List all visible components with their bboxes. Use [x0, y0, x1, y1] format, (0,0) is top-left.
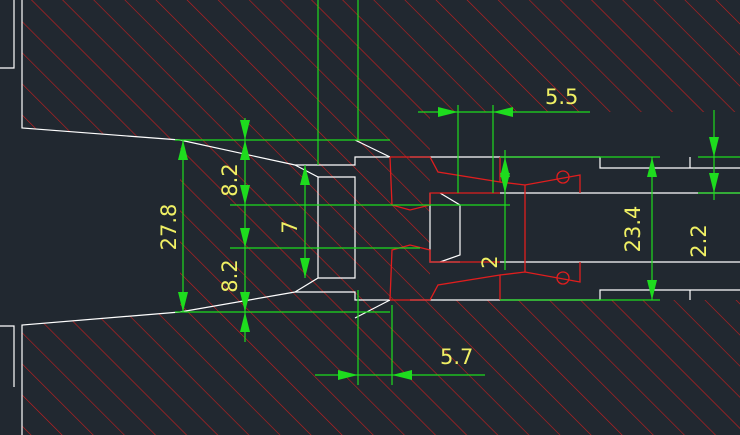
dim-center-height: 7	[278, 220, 302, 233]
dim-left-height: 27.8	[157, 204, 181, 251]
dim-upper-gap: 8.2	[218, 163, 242, 196]
dim-top-width: 5.5	[545, 85, 578, 109]
cad-drawing-canvas[interactable]: 5.5 5.7 27.8 8.2 8.2 7 23.4 2.2 2	[0, 0, 740, 435]
dim-right-small: 2.2	[687, 224, 711, 257]
dim-inner-small: 2	[478, 255, 502, 268]
dim-right-height: 23.4	[621, 206, 645, 253]
dim-bottom-width: 5.7	[440, 345, 473, 369]
dim-lower-gap: 8.2	[218, 259, 242, 292]
